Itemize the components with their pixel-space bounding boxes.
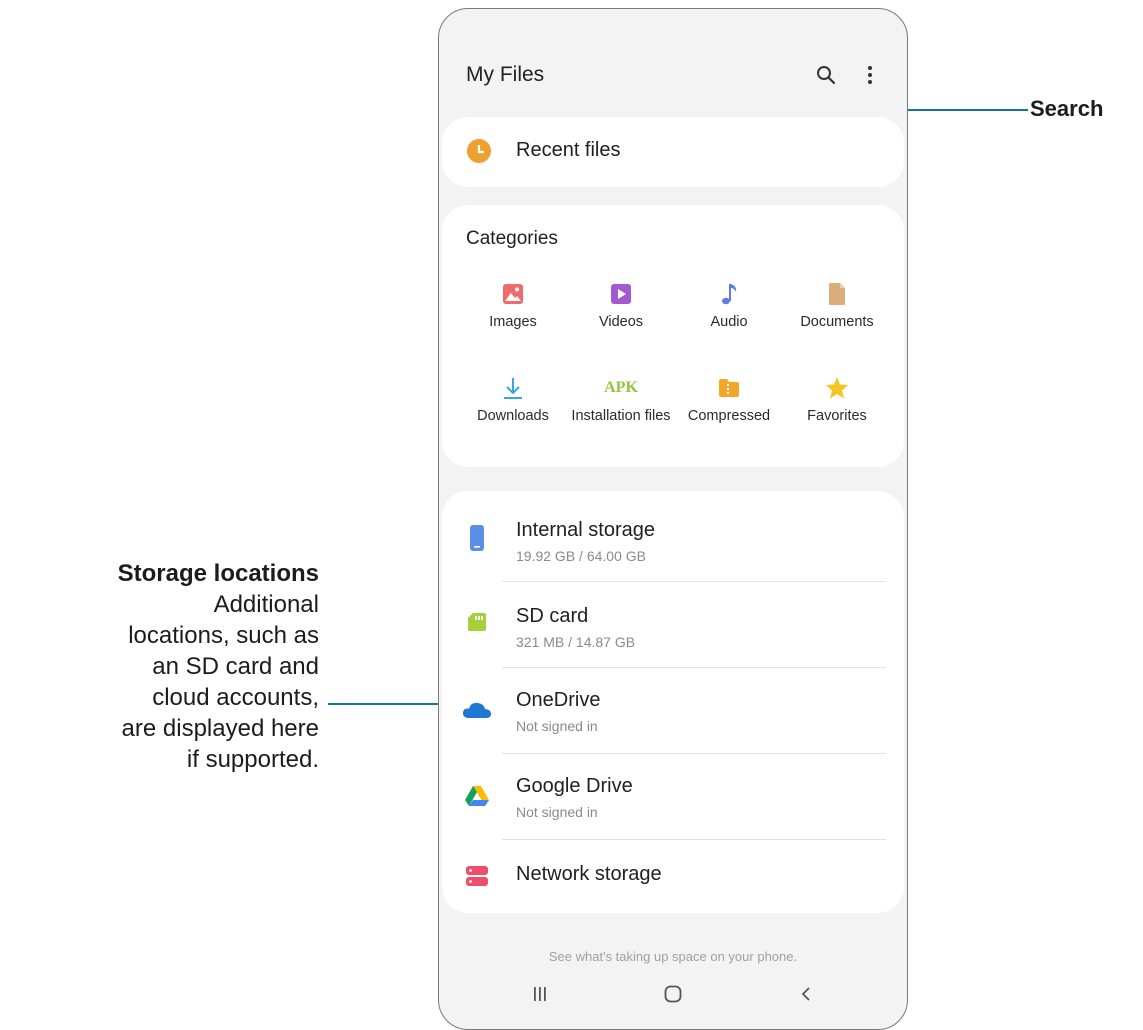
category-compressed[interactable]: Compressed <box>674 373 784 425</box>
categories-title: Categories <box>466 228 558 249</box>
category-audio[interactable]: Audio <box>674 279 784 331</box>
storage-callout-line-4: cloud accounts, <box>152 684 319 711</box>
sd-card-icon <box>462 607 492 637</box>
network-storage-icon <box>462 861 492 891</box>
category-label: Videos <box>598 314 644 330</box>
storage-detail: 19.92 GB / 64.00 GB <box>516 548 646 564</box>
storage-name: Network storage <box>516 863 662 885</box>
search-icon[interactable] <box>813 62 839 88</box>
category-installation-files[interactable]: APK Installation files <box>566 373 676 425</box>
home-icon[interactable] <box>658 981 688 1007</box>
storage-callout-line-6: if supported. <box>186 746 319 773</box>
storage-locations-card: Internal storage 19.92 GB / 64.00 GB SD … <box>442 491 904 913</box>
phone-screen: My Files Recent files Categories Images … <box>438 8 908 1030</box>
storage-callout-line-2: locations, such as <box>128 622 319 649</box>
storage-callout-line-1: Additional <box>213 591 319 618</box>
storage-callout-line-5: are displayed here <box>121 715 319 742</box>
folder-zip-icon <box>674 373 784 403</box>
category-videos[interactable]: Videos <box>566 279 676 331</box>
category-label: Favorites <box>807 408 867 424</box>
phone-icon <box>462 523 492 553</box>
search-callout-label: Search <box>1030 96 1104 121</box>
google-drive-icon <box>462 781 492 811</box>
storage-name: OneDrive <box>516 689 601 711</box>
storage-item-onedrive[interactable]: OneDrive Not signed in <box>442 667 904 753</box>
storage-callout: Storage locations Additional locations, … <box>0 558 319 775</box>
app-title: My Files <box>466 63 545 86</box>
category-label: Compressed <box>687 408 771 424</box>
category-label: Downloads <box>477 408 549 424</box>
apk-icon-text: APK <box>604 379 638 396</box>
back-icon[interactable] <box>791 981 821 1007</box>
category-label: Images <box>489 314 537 330</box>
storage-item-internal[interactable]: Internal storage 19.92 GB / 64.00 GB <box>442 491 904 577</box>
music-note-icon <box>674 279 784 309</box>
storage-callout-line-3: an SD card and <box>152 653 319 680</box>
category-label: Audio <box>710 314 748 330</box>
download-icon <box>458 373 568 403</box>
category-downloads[interactable]: Downloads <box>458 373 568 425</box>
storage-hint: See what's taking up space on your phone… <box>548 949 798 964</box>
storage-detail: Not signed in <box>516 718 598 734</box>
video-icon <box>566 279 676 309</box>
image-icon <box>458 279 568 309</box>
recent-files-card[interactable]: Recent files <box>442 117 904 187</box>
category-images[interactable]: Images <box>458 279 568 331</box>
more-vert-icon[interactable] <box>857 62 883 88</box>
storage-item-google-drive[interactable]: Google Drive Not signed in <box>442 753 904 839</box>
storage-name: Google Drive <box>516 775 633 797</box>
storage-name: Internal storage <box>516 519 655 541</box>
star-icon <box>782 373 892 403</box>
apk-icon: APK <box>566 373 676 403</box>
clock-icon <box>466 138 492 164</box>
document-icon <box>782 279 892 309</box>
storage-detail: 321 MB / 14.87 GB <box>516 634 636 650</box>
storage-detail: Not signed in <box>516 804 598 820</box>
recents-icon[interactable] <box>525 981 555 1007</box>
storage-item-sd-card[interactable]: SD card 321 MB / 14.87 GB <box>442 581 904 667</box>
storage-item-network[interactable]: Network storage <box>442 839 904 913</box>
recent-files-label: Recent files <box>516 139 621 161</box>
category-label: Documents <box>800 314 874 330</box>
category-label: Installation files <box>571 408 671 424</box>
category-favorites[interactable]: Favorites <box>782 373 892 425</box>
onedrive-icon <box>462 695 492 725</box>
storage-name: SD card <box>516 605 589 627</box>
storage-callout-title: Storage locations <box>117 560 319 587</box>
categories-card: Categories Images Videos Audio Documents… <box>442 205 904 467</box>
category-documents[interactable]: Documents <box>782 279 892 331</box>
